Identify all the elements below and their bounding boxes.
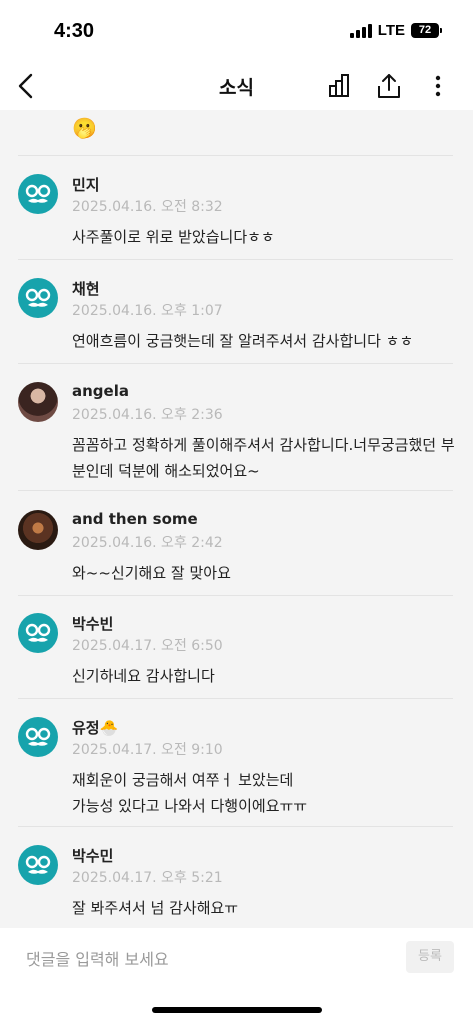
divider <box>18 259 453 260</box>
nav-bar: 소식 <box>0 62 473 110</box>
divider <box>18 155 453 156</box>
avatar[interactable] <box>18 717 58 757</box>
default-avatar-icon <box>25 184 51 203</box>
comment-text: 재회운이 궁금해서 여쭈ㅓ 보았는데 가능성 있다고 나와서 다행이에요ㅠㅠ <box>72 771 308 815</box>
status-indicators: LTE 72 <box>349 22 442 39</box>
more-vertical-icon <box>435 75 441 97</box>
comment-author[interactable]: 채현 <box>72 278 100 299</box>
comment-author[interactable]: 박수빈 <box>72 613 113 634</box>
signal-icon <box>349 23 372 38</box>
comment-list[interactable]: 🫢 민지 2025.04.16. 오전 8:32 사주풀이로 위로 받았습니다ㅎ… <box>0 110 473 928</box>
battery-icon: 72 <box>411 23 442 38</box>
comment-input[interactable] <box>24 946 358 972</box>
avatar[interactable] <box>18 278 58 318</box>
divider <box>18 698 453 699</box>
comment-text: 잘 봐주셔서 넘 감사해요ㅠ <box>72 899 239 917</box>
submit-button[interactable]: 등록 <box>406 941 454 973</box>
comment-date: 2025.04.16. 오후 2:36 <box>72 407 223 423</box>
comment-author[interactable]: 박수민 <box>72 845 113 866</box>
bar-chart-icon <box>329 74 349 97</box>
status-bar: 4:30 LTE 72 <box>0 0 473 62</box>
comment-text: 와~~신기해요 잘 맞아요 <box>72 564 231 582</box>
home-indicator[interactable] <box>152 1007 322 1013</box>
comment-date: 2025.04.17. 오전 9:10 <box>72 742 223 758</box>
comment-author[interactable]: 유정🐣 <box>72 717 118 738</box>
comment-author[interactable]: and then some <box>72 510 198 528</box>
avatar[interactable] <box>18 613 58 653</box>
share-button[interactable] <box>374 71 404 101</box>
default-avatar-icon <box>25 855 51 874</box>
share-icon <box>378 74 400 98</box>
more-button[interactable] <box>423 71 453 101</box>
previous-comment-emoji: 🫢 <box>72 116 97 140</box>
comment-date: 2025.04.17. 오전 6:50 <box>72 638 223 654</box>
status-time: 4:30 <box>54 20 95 42</box>
avatar[interactable] <box>18 382 58 422</box>
comment-author[interactable]: angela <box>72 382 129 400</box>
avatar[interactable] <box>18 510 58 550</box>
comment-date: 2025.04.16. 오전 8:32 <box>72 199 223 215</box>
comment-text: 신기하네요 감사합니다 <box>72 667 215 685</box>
divider <box>18 363 453 364</box>
divider <box>18 826 453 827</box>
comment-date: 2025.04.16. 오후 2:42 <box>72 535 223 551</box>
comment-text: 연애흐름이 궁금햇는데 잘 알려주셔서 감사합니다 ㅎㅎ <box>72 332 414 350</box>
network-label: LTE <box>377 22 405 39</box>
avatar[interactable] <box>18 845 58 885</box>
default-avatar-icon <box>25 727 51 746</box>
default-avatar-icon <box>25 623 51 642</box>
stats-button[interactable] <box>326 71 356 101</box>
comment-text: 사주풀이로 위로 받았습니다ㅎㅎ <box>72 228 275 246</box>
avatar[interactable] <box>18 174 58 214</box>
divider <box>18 595 453 596</box>
divider <box>18 490 453 491</box>
comment-date: 2025.04.16. 오후 1:07 <box>72 303 223 319</box>
comment-text: 꼼꼼하고 정확하게 풀이해주셔서 감사합니다.너무궁금했던 부분인데 덕분에 해… <box>72 436 455 480</box>
comment-author[interactable]: 민지 <box>72 174 100 195</box>
default-avatar-icon <box>25 288 51 307</box>
comment-date: 2025.04.17. 오후 5:21 <box>72 870 223 886</box>
